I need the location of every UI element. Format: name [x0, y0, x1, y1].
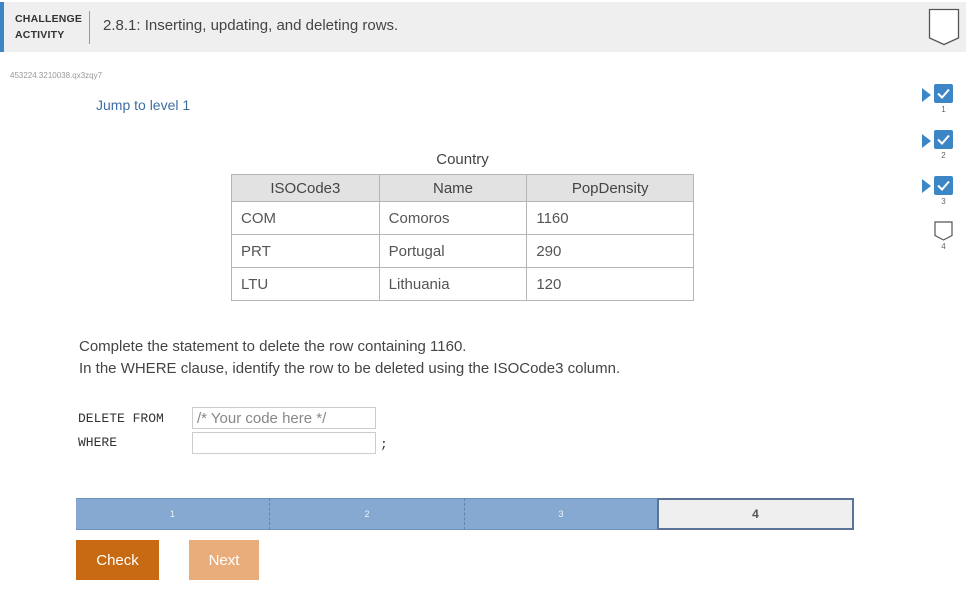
header-divider — [89, 11, 90, 44]
column-header: Name — [378, 174, 528, 202]
instruction-line: Complete the statement to delete the row… — [79, 338, 467, 355]
checkmark-icon — [934, 130, 953, 149]
table-caption: Country — [436, 151, 489, 168]
table-row: COM Comoros 1160 — [231, 201, 694, 235]
level-arrow-icon — [922, 134, 931, 148]
checkmark-icon — [934, 176, 953, 195]
table-cell: Portugal — [378, 234, 528, 268]
checklist-number: 2 — [941, 151, 946, 160]
table-name-input[interactable] — [192, 407, 376, 429]
level-segment-2[interactable]: 2 — [270, 498, 465, 530]
table-cell: PRT — [231, 234, 380, 268]
table-header-row: ISOCode3 Name PopDensity — [231, 174, 694, 202]
check-button[interactable]: Check — [76, 540, 159, 580]
level-arrow-icon — [922, 88, 931, 102]
table-row: PRT Portugal 290 — [231, 234, 694, 268]
instructions: Complete the statement to delete the row… — [79, 336, 620, 380]
delete-from-keyword: DELETE FROM — [78, 411, 164, 426]
checklist-number: 3 — [941, 197, 946, 206]
activity-title: 2.8.1: Inserting, updating, and deleting… — [103, 17, 399, 34]
activity-type-line1: CHALLENGE — [15, 13, 83, 25]
activity-type-label: CHALLENGE ACTIVITY — [15, 11, 82, 43]
checklist-number: 4 — [941, 242, 946, 251]
checklist-item-1: 1 — [934, 84, 954, 114]
next-button[interactable]: Next — [189, 540, 259, 580]
where-keyword: WHERE — [78, 435, 118, 450]
table-cell: COM — [231, 201, 380, 235]
empty-badge-icon — [934, 221, 953, 241]
activity-type-line2: ACTIVITY — [15, 29, 65, 41]
level-arrow-icon — [922, 179, 931, 193]
level-segment-4-current[interactable]: 4 — [657, 498, 854, 530]
statement-terminator: ; — [380, 437, 388, 452]
where-clause-input[interactable] — [192, 432, 376, 454]
checklist-item-3: 3 — [934, 176, 954, 206]
table-cell: 290 — [526, 234, 694, 268]
checkmark-icon — [934, 84, 953, 103]
level-segment-1[interactable]: 1 — [76, 498, 270, 530]
checklist-number: 1 — [941, 105, 946, 114]
table-cell: Comoros — [378, 201, 528, 235]
table-cell: LTU — [231, 267, 380, 301]
instruction-line: In the WHERE clause, identify the row to… — [79, 360, 621, 377]
checklist-item-2: 2 — [934, 130, 954, 160]
level-segment-3[interactable]: 3 — [465, 498, 657, 530]
checklist-item-4: 4 — [934, 221, 954, 251]
jump-to-level-link[interactable]: Jump to level 1 — [96, 97, 190, 113]
level-progress-bar: 1 2 3 4 — [76, 498, 854, 530]
header-accent-bar — [0, 2, 4, 52]
table-row: LTU Lithuania 120 — [231, 267, 694, 301]
table-cell: 120 — [526, 267, 694, 301]
bookmark-icon[interactable] — [928, 8, 960, 46]
table-cell: 1160 — [526, 201, 694, 235]
column-header: ISOCode3 — [231, 174, 380, 202]
activity-id: 453224.3210038.qx3zqy7 — [10, 71, 103, 80]
table-cell: Lithuania — [378, 267, 528, 301]
column-header: PopDensity — [526, 174, 694, 202]
country-table: ISOCode3 Name PopDensity COM Comoros 116… — [231, 174, 694, 301]
